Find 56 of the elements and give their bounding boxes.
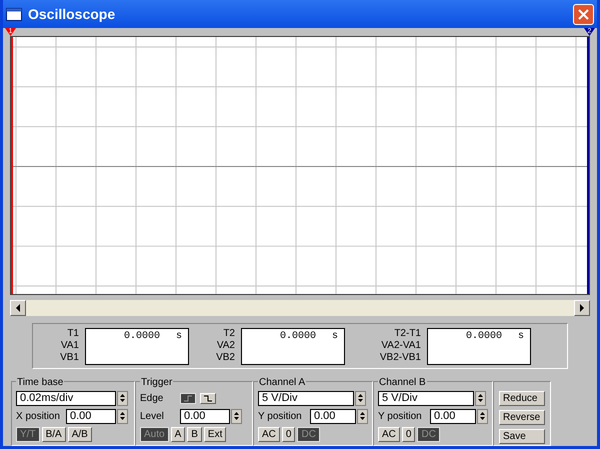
mode-button[interactable]: AC bbox=[258, 427, 280, 442]
readout-value: 0.0000 bbox=[280, 330, 316, 344]
scroll-left-icon[interactable] bbox=[10, 300, 26, 316]
group-title: Trigger bbox=[140, 375, 174, 390]
rising-edge-icon[interactable] bbox=[180, 393, 196, 404]
input-field[interactable]: 5 V/Div bbox=[258, 391, 354, 406]
readout-label: VA2-VA1 bbox=[381, 340, 421, 352]
input-field[interactable]: 0.00 bbox=[310, 409, 356, 424]
spinner-icon[interactable] bbox=[117, 409, 128, 424]
mode-button[interactable]: A bbox=[170, 427, 186, 442]
window-icon bbox=[6, 8, 22, 20]
input-field[interactable]: 0.00 bbox=[180, 409, 230, 424]
input-field[interactable]: 0.00 bbox=[430, 409, 476, 424]
mode-button[interactable]: Ext bbox=[204, 427, 226, 442]
spinner-icon[interactable] bbox=[231, 409, 242, 424]
close-icon bbox=[578, 8, 589, 20]
mode-button[interactable]: B/A bbox=[42, 427, 66, 442]
readout-value: 0.0000 bbox=[124, 330, 160, 344]
readout-label: T2 bbox=[223, 328, 235, 340]
readout-unit: s bbox=[332, 330, 338, 344]
spinner-icon[interactable] bbox=[117, 391, 128, 406]
readout-label: VA1 bbox=[60, 340, 79, 352]
input-field[interactable]: 0.02ms/div bbox=[16, 391, 116, 406]
mode-button[interactable]: Save bbox=[499, 429, 545, 444]
spinner-icon[interactable] bbox=[357, 409, 368, 424]
field-label: Y position bbox=[378, 410, 423, 424]
readout-label: VB2 bbox=[216, 352, 235, 364]
mode-button[interactable]: 0 bbox=[282, 427, 296, 442]
field-label: X position bbox=[16, 410, 61, 424]
readout-unit: s bbox=[176, 330, 182, 344]
field-label: Level bbox=[140, 410, 165, 424]
mode-button[interactable]: Reduce bbox=[499, 391, 545, 406]
readout-label: T1 bbox=[67, 328, 79, 340]
spinner-icon[interactable] bbox=[355, 391, 366, 406]
spinner-icon[interactable] bbox=[477, 409, 488, 424]
mode-button[interactable]: Reverse bbox=[499, 410, 545, 425]
window-title: Oscilloscope bbox=[28, 4, 116, 24]
readout-label: T2-T1 bbox=[394, 328, 421, 340]
readout-label: VA2 bbox=[216, 340, 235, 352]
scroll-right-icon[interactable] bbox=[574, 300, 590, 316]
mode-button[interactable]: AC bbox=[378, 427, 400, 442]
spinner-icon[interactable] bbox=[475, 391, 486, 406]
readout-label: VB1 bbox=[60, 352, 79, 364]
field-label: Y position bbox=[258, 410, 303, 424]
mode-button[interactable]: 0 bbox=[402, 427, 416, 442]
input-field[interactable]: 5 V/Div bbox=[378, 391, 474, 406]
close-button[interactable] bbox=[573, 4, 594, 24]
mode-button[interactable]: A/B bbox=[68, 427, 92, 442]
readout-value: 0.0000 bbox=[466, 330, 502, 344]
readout-label: VB2-VB1 bbox=[380, 352, 421, 364]
field-label: Edge bbox=[140, 392, 164, 406]
input-field[interactable]: 0.00 bbox=[66, 409, 116, 424]
mode-button[interactable]: B bbox=[187, 427, 202, 442]
horizontal-scrollbar[interactable] bbox=[10, 300, 590, 316]
falling-edge-icon[interactable] bbox=[200, 393, 216, 404]
readout-unit: s bbox=[518, 330, 524, 344]
